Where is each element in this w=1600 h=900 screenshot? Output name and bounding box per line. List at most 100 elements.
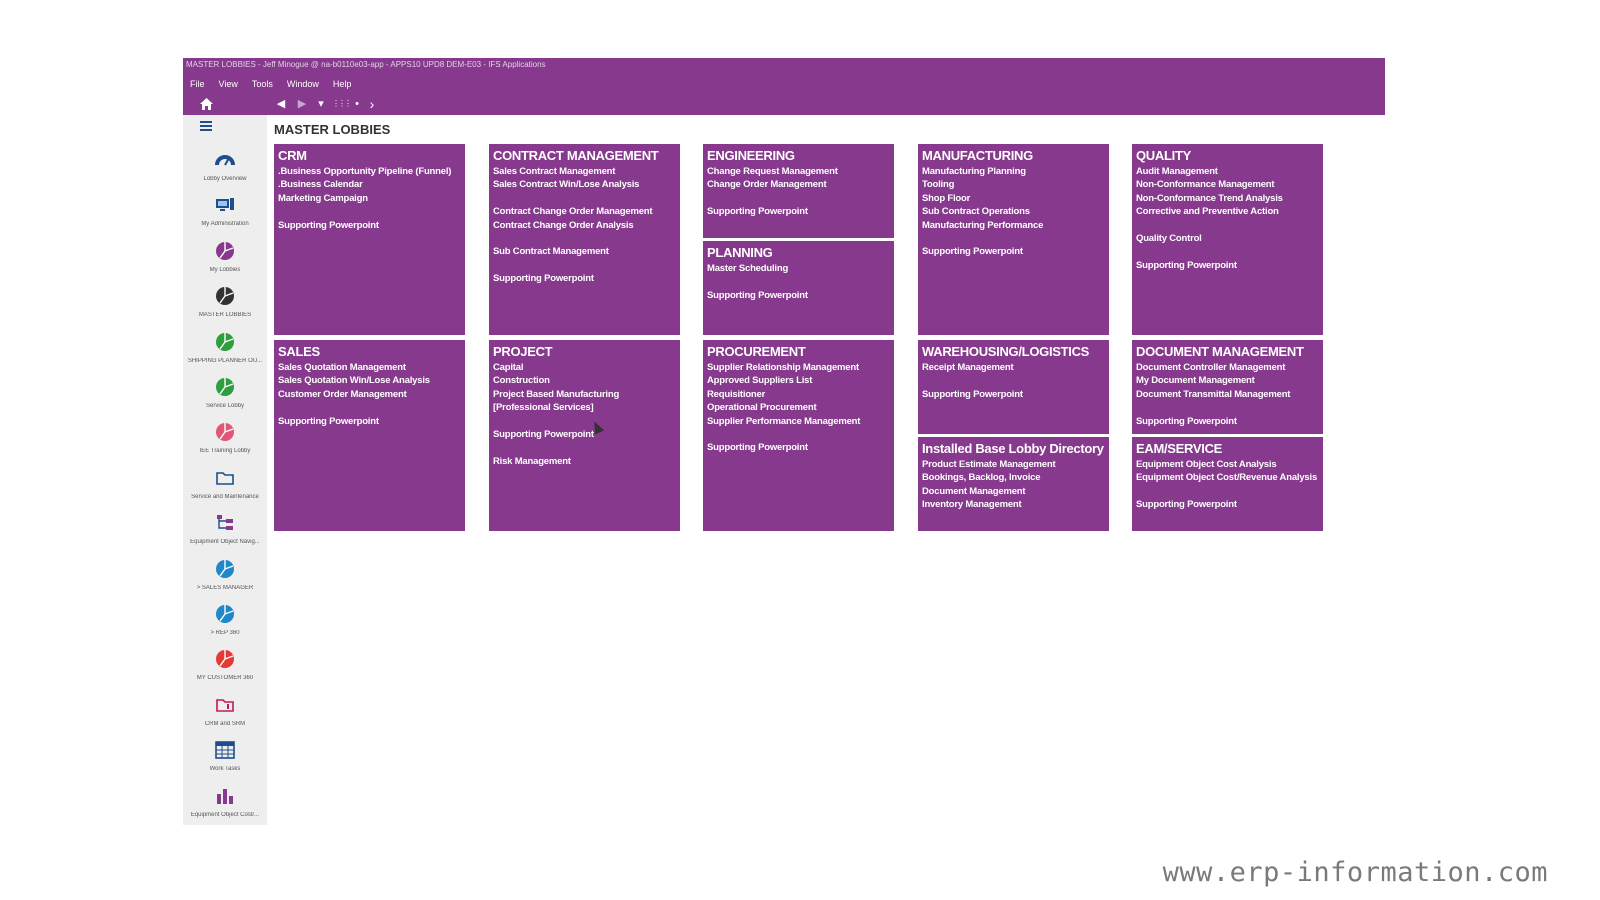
lobby-tile-title[interactable]: PROCUREMENT [707, 345, 890, 359]
menu-file[interactable]: File [183, 77, 212, 91]
sidebar-item[interactable]: SHIPPING PLANNER OU... [183, 331, 267, 376]
sidebar-item[interactable]: My Administration [183, 194, 267, 239]
sidebar-item[interactable]: Service and Maintenance [183, 467, 267, 512]
lobby-link[interactable]: Sales Contract Win/Lose Analysis [493, 178, 676, 191]
lobby-tile-title[interactable]: ENGINEERING [707, 149, 890, 163]
lobby-link[interactable]: .Business Opportunity Pipeline (Funnel) [278, 165, 461, 178]
lobby-link[interactable]: Supplier Performance Management [707, 415, 890, 428]
apps-grid-icon[interactable]: ⋮⋮⋮ [332, 95, 352, 113]
lobby-link[interactable]: Equipment Object Cost/Revenue Analysis [1136, 471, 1319, 484]
lobby-link[interactable]: Document Management [922, 485, 1105, 498]
lobby-tile-title[interactable]: QUALITY [1136, 149, 1319, 163]
sidebar-item[interactable]: Service Lobby [183, 376, 267, 421]
sidebar-item[interactable]: IEE Training Lobby [183, 421, 267, 466]
lobby-link[interactable]: Supporting Powerpoint [1136, 415, 1319, 428]
lobby-link[interactable]: Supplier Relationship Management [707, 361, 890, 374]
lobby-tile-title[interactable]: PLANNING [707, 246, 890, 260]
forward-arrow-icon[interactable]: ▶ [296, 95, 308, 113]
lobby-link[interactable]: Master Scheduling [707, 262, 890, 275]
lobby-link[interactable]: Sales Quotation Management [278, 361, 461, 374]
menu-help[interactable]: Help [326, 77, 359, 91]
lobby-link[interactable]: Receipt Management [922, 361, 1105, 374]
chevron-right-icon[interactable]: › [367, 95, 377, 113]
lobby-link[interactable]: Project Based Manufacturing [493, 388, 676, 401]
menu-view[interactable]: View [212, 77, 245, 91]
top-bar: MASTER LOBBIES - Jeff Minogue @ na-b0110… [183, 58, 1385, 115]
lobby-tile-title[interactable]: CRM [278, 149, 461, 163]
lobby-tile-title[interactable]: MANUFACTURING [922, 149, 1105, 163]
lobby-link [707, 192, 890, 205]
lobby-link[interactable]: Requisitioner [707, 388, 890, 401]
lobby-link[interactable]: Supporting Powerpoint [1136, 259, 1319, 272]
menu-tools[interactable]: Tools [245, 77, 280, 91]
lobby-link[interactable]: Marketing Campaign [278, 192, 461, 205]
menu-window[interactable]: Window [280, 77, 326, 91]
lobby-link[interactable]: Sub Contract Operations [922, 205, 1105, 218]
lobby-link[interactable]: Construction [493, 374, 676, 387]
sidebar-item[interactable]: Equipment Object Navig... [183, 512, 267, 557]
lobby-link[interactable]: Risk Management [493, 455, 676, 468]
lobby-link[interactable]: Capital [493, 361, 676, 374]
lobby-link[interactable]: Manufacturing Performance [922, 219, 1105, 232]
lobby-tile-title[interactable]: Installed Base Lobby Directory [922, 442, 1105, 456]
dot-icon[interactable]: • [352, 95, 362, 113]
lobby-link[interactable]: Non-Conformance Management [1136, 178, 1319, 191]
lobby-link[interactable]: Supporting Powerpoint [493, 428, 676, 441]
lobby-link[interactable]: Sales Quotation Win/Lose Analysis [278, 374, 461, 387]
sidebar-item[interactable]: > SALES MANAGER [183, 558, 267, 603]
pie-chart-icon [214, 648, 236, 670]
lobby-link[interactable]: Corrective and Preventive Action [1136, 205, 1319, 218]
lobby-link[interactable]: Sales Contract Management [493, 165, 676, 178]
lobby-link[interactable]: Contract Change Order Analysis [493, 219, 676, 232]
sidebar-item[interactable]: CRM and SRM [183, 694, 267, 739]
sidebar-item[interactable]: MASTER LOBBIES [183, 285, 267, 330]
lobby-link[interactable]: Contract Change Order Management [493, 205, 676, 218]
lobby-link[interactable]: [Professional Services] [493, 401, 676, 414]
lobby-tile-title[interactable]: EAM/SERVICE [1136, 442, 1319, 456]
lobby-link[interactable]: Product Estimate Management [922, 458, 1105, 471]
lobby-link[interactable]: Bookings, Backlog, Invoice [922, 471, 1105, 484]
lobby-link[interactable]: Supporting Powerpoint [707, 205, 890, 218]
sidebar-item[interactable]: MY CUSTOMER 360 [183, 648, 267, 693]
lobby-link[interactable]: Manufacturing Planning [922, 165, 1105, 178]
history-dropdown-icon[interactable]: ▾ [316, 95, 326, 113]
sidebar-item[interactable]: > REP 360 [183, 603, 267, 648]
lobby-link[interactable]: Supporting Powerpoint [278, 415, 461, 428]
lobby-link[interactable]: Shop Floor [922, 192, 1105, 205]
lobby-link[interactable]: Sub Contract Management [493, 245, 676, 258]
hamburger-menu-icon[interactable] [200, 121, 212, 133]
lobby-link[interactable]: Audit Management [1136, 165, 1319, 178]
lobby-tile-title[interactable]: WAREHOUSING/LOGISTICS [922, 345, 1105, 359]
lobby-link[interactable]: Quality Control [1136, 232, 1319, 245]
lobby-link[interactable]: Approved Suppliers List [707, 374, 890, 387]
lobby-link[interactable]: Change Request Management [707, 165, 890, 178]
lobby-tile-title[interactable]: DOCUMENT MANAGEMENT [1136, 345, 1319, 359]
home-icon[interactable] [199, 95, 213, 113]
lobby-link[interactable]: .Business Calendar [278, 178, 461, 191]
lobby-link[interactable]: Supporting Powerpoint [278, 219, 461, 232]
sidebar-item[interactable]: Equipment Object Cost/... [183, 785, 267, 830]
lobby-link[interactable]: Tooling [922, 178, 1105, 191]
lobby-tile-title[interactable]: SALES [278, 345, 461, 359]
lobby-link[interactable]: Equipment Object Cost Analysis [1136, 458, 1319, 471]
sidebar-item[interactable]: Work Tasks [183, 739, 267, 784]
lobby-tile-title[interactable]: CONTRACT MANAGEMENT [493, 149, 676, 163]
lobby-link[interactable]: Document Transmittal Management [1136, 388, 1319, 401]
lobby-link[interactable]: Document Controller Management [1136, 361, 1319, 374]
sidebar-item[interactable]: Lobby Overview [183, 149, 267, 194]
lobby-link[interactable]: Operational Procurement [707, 401, 890, 414]
lobby-link[interactable]: My Document Management [1136, 374, 1319, 387]
lobby-link[interactable]: Customer Order Management [278, 388, 461, 401]
back-arrow-icon[interactable]: ◀ [275, 95, 287, 113]
lobby-link[interactable]: Change Order Management [707, 178, 890, 191]
lobby-link[interactable]: Supporting Powerpoint [707, 441, 890, 454]
lobby-link[interactable]: Inventory Management [922, 498, 1105, 511]
lobby-link[interactable]: Non-Conformance Trend Analysis [1136, 192, 1319, 205]
sidebar-item[interactable]: My Lobbies [183, 240, 267, 285]
lobby-link[interactable]: Supporting Powerpoint [922, 388, 1105, 401]
lobby-link[interactable]: Supporting Powerpoint [493, 272, 676, 285]
lobby-tile-title[interactable]: PROJECT [493, 345, 676, 359]
lobby-link[interactable]: Supporting Powerpoint [922, 245, 1105, 258]
lobby-link[interactable]: Supporting Powerpoint [707, 289, 890, 302]
lobby-link[interactable]: Supporting Powerpoint [1136, 498, 1319, 511]
